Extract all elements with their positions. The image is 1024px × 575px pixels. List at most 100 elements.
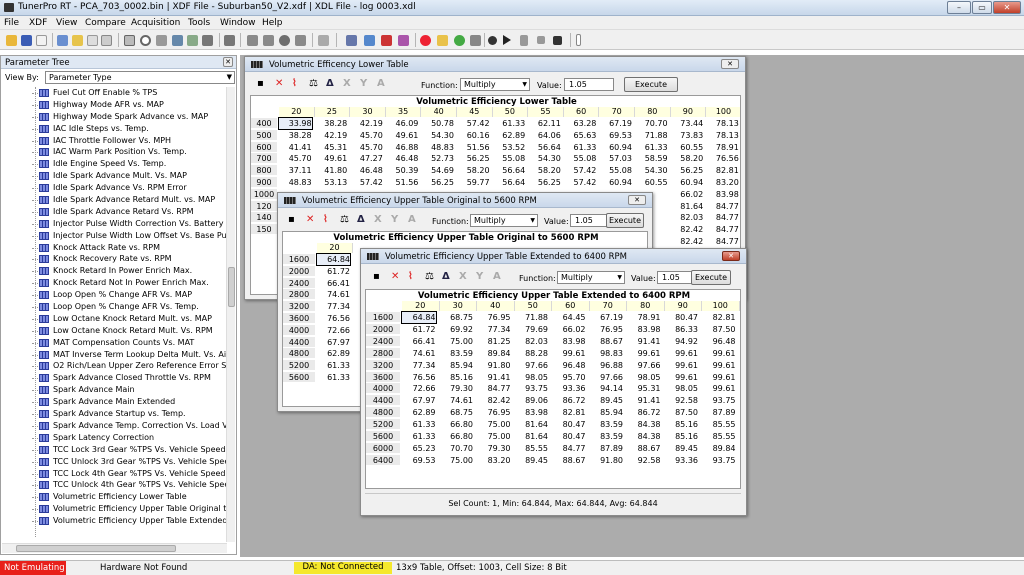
close-icon[interactable]: ✕ bbox=[275, 78, 283, 89]
maximize-button[interactable]: ▭ bbox=[972, 1, 992, 14]
close-app-button[interactable]: ✕ bbox=[993, 1, 1021, 14]
tree-item[interactable]: Loop Open % Change AFR Vs. MAP bbox=[4, 289, 226, 301]
table-cell[interactable]: 88.67 bbox=[590, 336, 623, 347]
table-cell[interactable]: 76.56 bbox=[706, 153, 739, 164]
tree-item[interactable]: Volumetric Efficiency Upper Table Origin… bbox=[4, 503, 226, 515]
table-cell[interactable]: 84.77 bbox=[552, 443, 586, 454]
scroll-thumb[interactable] bbox=[16, 545, 176, 552]
table-cell[interactable]: 55.08 bbox=[493, 153, 525, 164]
table-cell[interactable]: 99.61 bbox=[665, 348, 698, 359]
table-cell[interactable]: 46.09 bbox=[386, 118, 418, 129]
table-cell[interactable]: 55.08 bbox=[564, 153, 596, 164]
table-cell[interactable]: 59.77 bbox=[457, 177, 490, 188]
table-cell[interactable]: 75.00 bbox=[440, 336, 473, 347]
table-cell[interactable]: 69.53 bbox=[402, 455, 436, 466]
table-cell[interactable]: 61.33 bbox=[317, 372, 350, 383]
load-bin-icon[interactable] bbox=[72, 35, 83, 46]
new-file-icon[interactable] bbox=[36, 35, 47, 46]
table-cell[interactable]: 81.64 bbox=[671, 201, 703, 212]
table-cell[interactable]: 84.38 bbox=[627, 419, 661, 430]
axis-icon[interactable]: Δ bbox=[326, 78, 334, 89]
plugin-icon[interactable] bbox=[398, 35, 409, 46]
table-cell[interactable]: 86.33 bbox=[665, 324, 698, 335]
table-cell[interactable]: 58.20 bbox=[457, 165, 490, 176]
table-cell[interactable]: 85.55 bbox=[702, 431, 736, 442]
y-axis-icon[interactable]: Y bbox=[476, 271, 483, 282]
parameter-tree-hscroll[interactable] bbox=[2, 543, 227, 553]
table-cell[interactable]: 76.56 bbox=[402, 372, 436, 383]
table-cell[interactable]: 66.41 bbox=[402, 336, 436, 347]
tree-item[interactable]: Spark Advance Main Extended bbox=[4, 396, 226, 408]
table-cell[interactable]: 84.77 bbox=[706, 212, 739, 223]
dashboard-icon[interactable] bbox=[454, 35, 465, 46]
table-cell[interactable]: 93.75 bbox=[702, 395, 736, 406]
y-axis-icon[interactable]: Y bbox=[360, 78, 367, 89]
table-cell[interactable]: 81.25 bbox=[477, 336, 511, 347]
table-cell[interactable]: 64.84 bbox=[401, 311, 437, 324]
table-cell[interactable]: 85.94 bbox=[440, 360, 473, 371]
log-slider[interactable] bbox=[576, 34, 581, 46]
table-cell[interactable]: 86.72 bbox=[627, 407, 661, 418]
tree-item[interactable]: Volumetric Efficiency Lower Table bbox=[4, 491, 226, 503]
scale-icon[interactable]: ⚖ bbox=[425, 271, 434, 282]
tree-item[interactable]: Knock Attack Rate vs. RPM bbox=[4, 242, 226, 254]
chart-icon[interactable] bbox=[172, 35, 183, 46]
table-cell[interactable]: 83.98 bbox=[627, 324, 661, 335]
table-cell[interactable]: 38.28 bbox=[279, 130, 312, 141]
table-cell[interactable]: 57.42 bbox=[564, 177, 596, 188]
table-cell[interactable]: 74.61 bbox=[440, 395, 473, 406]
table-cell[interactable]: 99.61 bbox=[702, 372, 736, 383]
table-cell[interactable]: 54.69 bbox=[421, 165, 454, 176]
table-cell[interactable]: 94.14 bbox=[590, 383, 623, 394]
tree-item[interactable]: Spark Advance Main bbox=[4, 384, 226, 396]
table-cell[interactable]: 57.42 bbox=[457, 118, 490, 129]
table-cell[interactable]: 56.25 bbox=[421, 177, 454, 188]
table-cell[interactable]: 84.77 bbox=[706, 224, 739, 235]
tree-item[interactable]: TCC Lock 4th Gear %TPS Vs. Vehicle Speed bbox=[4, 468, 226, 480]
table-cell[interactable]: 96.88 bbox=[590, 360, 623, 371]
tree-item[interactable]: Volumetric Efficiency Upper Table Extend… bbox=[4, 515, 226, 527]
table-cell[interactable]: 45.31 bbox=[315, 142, 347, 153]
table-cell[interactable]: 73.83 bbox=[671, 130, 703, 141]
table-cell[interactable]: 97.66 bbox=[627, 360, 661, 371]
x-axis-icon[interactable]: X bbox=[343, 78, 351, 89]
menu-window[interactable]: Window bbox=[220, 18, 256, 28]
table-cell[interactable]: 82.81 bbox=[706, 165, 739, 176]
table-cell[interactable]: 74.61 bbox=[402, 348, 436, 359]
table-cell[interactable]: 98.83 bbox=[590, 348, 623, 359]
table-cell[interactable]: 58.20 bbox=[528, 165, 561, 176]
emulate-icon[interactable] bbox=[420, 35, 431, 46]
table-cell[interactable]: 89.06 bbox=[515, 395, 548, 406]
table-cell[interactable]: 98.05 bbox=[665, 383, 698, 394]
function-select[interactable]: Multiply ▼ bbox=[557, 271, 625, 284]
table-cell[interactable]: 61.33 bbox=[402, 419, 436, 430]
search-icon[interactable] bbox=[140, 35, 151, 46]
table-cell[interactable]: 38.28 bbox=[315, 118, 347, 129]
parameter-tree-close-button[interactable]: ✕ bbox=[223, 57, 233, 67]
chip-icon[interactable] bbox=[381, 35, 392, 46]
table-cell[interactable]: 68.75 bbox=[440, 407, 473, 418]
history-icon[interactable] bbox=[470, 35, 481, 46]
table-cell[interactable]: 89.84 bbox=[477, 348, 511, 359]
hex-icon[interactable] bbox=[124, 35, 135, 46]
table-cell[interactable]: 92.58 bbox=[627, 455, 661, 466]
table-cell[interactable]: 91.41 bbox=[627, 395, 661, 406]
close-icon[interactable]: ✕ bbox=[391, 271, 399, 282]
table-cell[interactable]: 93.36 bbox=[552, 383, 586, 394]
table-cell[interactable]: 62.89 bbox=[317, 348, 350, 359]
table-cell[interactable]: 83.20 bbox=[477, 455, 511, 466]
table-cell[interactable]: 60.94 bbox=[599, 142, 632, 153]
table-cell[interactable]: 85.55 bbox=[702, 419, 736, 430]
table-cell[interactable]: 77.34 bbox=[402, 360, 436, 371]
table-cell[interactable]: 76.56 bbox=[317, 313, 350, 324]
table-cell[interactable]: 46.88 bbox=[386, 142, 418, 153]
tree-item[interactable]: IAC Throttle Follower Vs. MPH bbox=[4, 135, 226, 147]
table-cell[interactable]: 96.48 bbox=[552, 360, 586, 371]
table-cell[interactable]: 50.78 bbox=[421, 118, 454, 129]
table-cell[interactable]: 83.98 bbox=[515, 407, 548, 418]
table-cell[interactable]: 89.45 bbox=[515, 455, 548, 466]
tree-item[interactable]: Knock Retard Not In Power Enrich Max. bbox=[4, 277, 226, 289]
up-arrow-icon[interactable] bbox=[247, 35, 258, 46]
tree-item[interactable]: TCC Unlock 3rd Gear %TPS Vs. Vehicle Spe… bbox=[4, 456, 226, 468]
table-cell[interactable]: 71.88 bbox=[515, 312, 548, 323]
